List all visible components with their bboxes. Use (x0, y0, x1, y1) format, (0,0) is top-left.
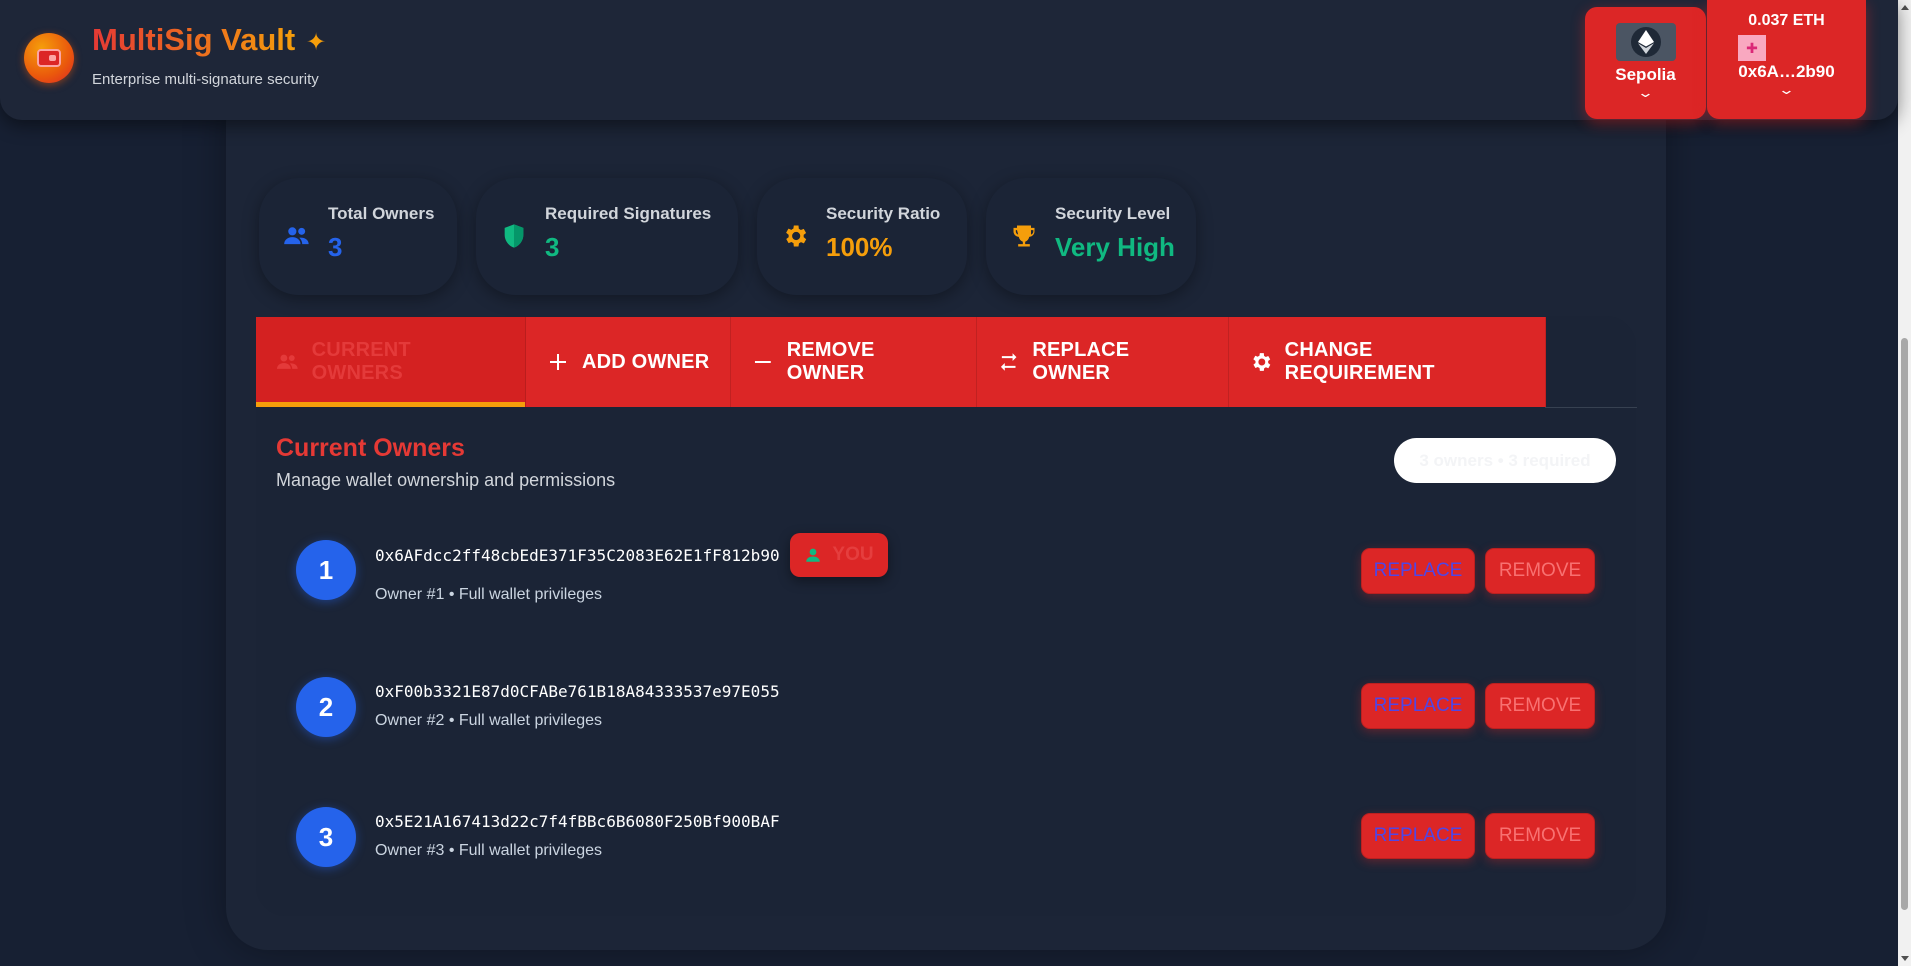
remove-button[interactable]: REMOVE (1485, 813, 1595, 859)
tab-change-requirement[interactable]: CHANGE REQUIREMENT (1229, 317, 1546, 407)
tab-replace-owner[interactable]: REPLACE OWNER (977, 317, 1229, 407)
owner-description: Owner #3 • Full wallet privileges (375, 842, 603, 859)
swap-icon (1000, 353, 1017, 371)
trophy-icon (1013, 225, 1035, 247)
wallet-logo-icon (24, 33, 74, 83)
app-header: MultiSig Vault ✦ Enterprise multi-signat… (0, 0, 1898, 120)
stat-security-level: Security Level Very High (986, 178, 1196, 295)
minus-icon (754, 361, 771, 363)
ethereum-icon (1615, 23, 1676, 61)
tab-label: REMOVE OWNER (786, 339, 875, 384)
stat-security-ratio: Security Ratio 100% (757, 178, 967, 295)
scroll-down-icon[interactable] (1901, 956, 1909, 961)
scroll-up-icon[interactable] (1901, 5, 1909, 10)
gear-icon (786, 225, 807, 247)
avatar: ✚ (1738, 35, 1766, 61)
chevron-down-icon: ⌄ (1777, 82, 1796, 97)
sparkle-icon: ✦ (306, 29, 327, 56)
stat-label: Security Ratio (826, 204, 941, 223)
account-button[interactable]: 0.037 ETH ✚ 0x6A…2b90 ⌄ (1707, 0, 1866, 119)
remove-button[interactable]: REMOVE (1485, 683, 1595, 729)
owner-address: 0x6AFdcc2ff48cbEdE371F35C2083E62E1fF812b… (375, 546, 780, 565)
tab-bar: CURRENT OWNERS ADD OWNER REMOVE OWNER RE… (256, 317, 1546, 407)
tab-label: REPLACE OWNER (1032, 339, 1130, 384)
tab-current-owners[interactable]: CURRENT OWNERS (256, 317, 526, 407)
section-title: Current Owners (276, 434, 465, 462)
stat-value: Very High (1055, 232, 1175, 262)
app-title: MultiSig Vault (92, 22, 296, 57)
people-icon (284, 227, 309, 245)
gear-icon (1253, 353, 1271, 371)
shield-icon (504, 224, 524, 248)
tab-label: ADD OWNER (582, 350, 710, 373)
owner-number-badge: 3 (296, 807, 356, 867)
remove-button[interactable]: REMOVE (1485, 548, 1595, 594)
stat-label: Required Signatures (545, 204, 712, 223)
app-subtitle: Enterprise multi-signature security (92, 71, 319, 88)
network-selector-button[interactable]: Sepolia ⌄ (1585, 7, 1706, 119)
owner-number-badge: 2 (296, 677, 356, 737)
tab-label: CHANGE REQUIREMENT (1284, 339, 1435, 384)
tab-add-owner[interactable]: ADD OWNER (526, 317, 731, 407)
divider (1545, 407, 1637, 408)
people-icon (276, 354, 298, 369)
section-subtitle: Manage wallet ownership and permissions (276, 470, 616, 490)
tab-remove-owner[interactable]: REMOVE OWNER (731, 317, 977, 407)
replace-button[interactable]: REPLACE (1361, 683, 1475, 729)
network-name: Sepolia (1615, 65, 1676, 84)
stat-value: 3 (545, 232, 560, 262)
owner-number-badge: 1 (296, 540, 356, 600)
stat-required-signatures: Required Signatures 3 (476, 178, 738, 295)
stat-value: 100% (826, 232, 893, 262)
replace-button[interactable]: REPLACE (1361, 548, 1475, 594)
account-balance: 0.037 ETH (1748, 12, 1825, 29)
owner-description: Owner #1 • Full wallet privileges (375, 586, 603, 603)
stat-label: Total Owners (328, 204, 435, 223)
owner-row: 1 0x6AFdcc2ff48cbEdE371F35C2083E62E1fF81… (296, 533, 1596, 630)
scrollbar-thumb[interactable] (1901, 338, 1908, 910)
owner-description: Owner #2 • Full wallet privileges (375, 712, 603, 729)
you-badge: YOU (790, 533, 888, 577)
stat-total-owners: Total Owners 3 (259, 178, 457, 295)
replace-button[interactable]: REPLACE (1361, 813, 1475, 859)
owner-address: 0xF00b3321E87d0CFABe761B18A84333537e97E0… (375, 682, 780, 701)
stat-value: 3 (328, 232, 343, 262)
owner-count-badge: 3 owners • 3 required (1394, 438, 1616, 483)
owner-address: 0x5E21A167413d22c7f4fBBc6B6080F250Bf900B… (375, 812, 780, 831)
owner-row: 2 0xF00b3321E87d0CFABe761B18A84333537e97… (296, 677, 1596, 767)
owner-row: 3 0x5E21A167413d22c7f4fBBc6B6080F250Bf90… (296, 807, 1596, 897)
chevron-down-icon: ⌄ (1636, 85, 1655, 100)
stat-label: Security Level (1055, 204, 1171, 223)
plus-icon (550, 354, 566, 370)
page-scrollbar[interactable] (1898, 0, 1911, 966)
account-address: 0x6A…2b90 (1738, 62, 1835, 81)
tab-label: CURRENT OWNERS (311, 339, 411, 384)
you-label: YOU (832, 544, 874, 565)
person-icon (806, 548, 821, 562)
